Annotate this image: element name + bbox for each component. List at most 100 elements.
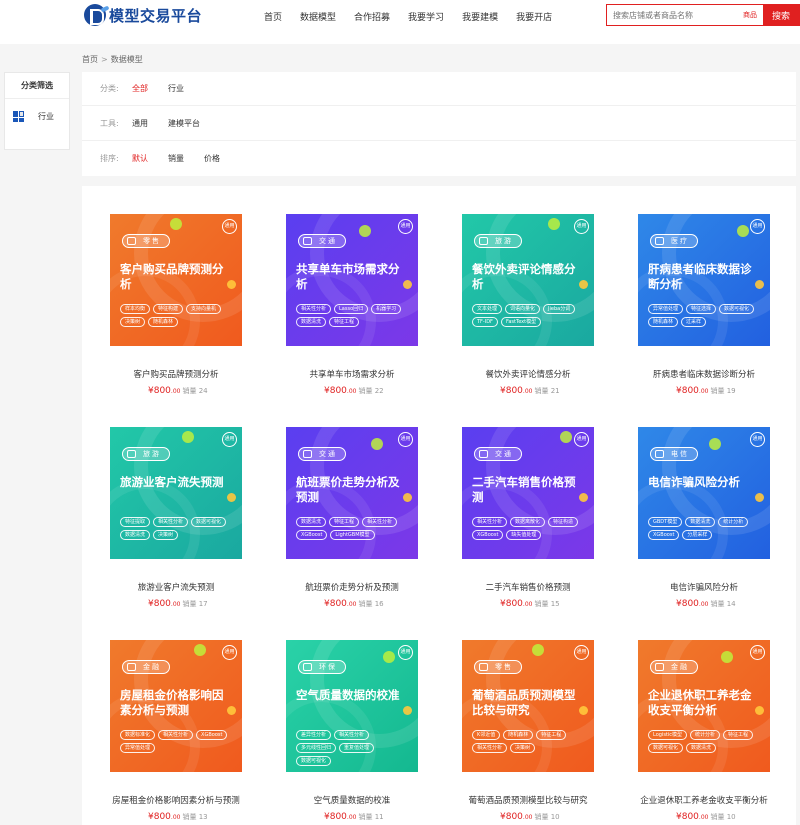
nav-open-shop[interactable]: 我要开店 (516, 10, 552, 23)
product-category-tag: 电信 (650, 447, 698, 461)
product-thumb-title: 餐饮外卖评论情感分析 (472, 262, 576, 291)
nav-modeling[interactable]: 我要建模 (462, 10, 498, 23)
product-name[interactable]: 空气质量数据的校准 (258, 794, 446, 806)
product-category: 交通 (319, 237, 337, 245)
product-card[interactable]: 通用 旅游 餐饮外卖评论情感分析 文本处理 词语向量化 Jieba分词 TF-IDF Fast… (434, 186, 594, 396)
product-badge: 通用 (222, 219, 237, 234)
product-card[interactable]: 通用 交通 航班票价走势分析及预测 数据清洗 特征工程 相关性分析 XGBoost Light… (258, 399, 418, 609)
product-tag: 数据清洗 (685, 517, 716, 527)
product-name[interactable]: 葡萄酒品质预测模型比较与研究 (434, 794, 622, 806)
product-card[interactable]: 通用 交通 二手汽车销售价格预测 相关性分析 数据离散化 特征构造 XGBoost 缺失值处理… (434, 399, 594, 609)
product-name[interactable]: 电信诈骗风险分析 (610, 581, 798, 593)
product-card[interactable]: 通用 金融 企业退休职工养老金收支平衡分析 Logistic模型 统计分析 特征工程 数据可… (610, 612, 770, 822)
product-tag: 机器学习 (371, 304, 402, 314)
search-button[interactable]: 搜索 (763, 5, 799, 25)
product-name[interactable]: 旅游业客户流失预测 (82, 581, 270, 593)
product-name[interactable]: 餐饮外卖评论情感分析 (434, 368, 622, 380)
nav-data-models[interactable]: 数据模型 (300, 10, 336, 23)
product-sales: 销量 21 (534, 387, 559, 395)
sales-count: 22 (374, 387, 384, 395)
product-name[interactable]: 房屋租金价格影响因素分析与预测 (82, 794, 270, 806)
nav-cooperation[interactable]: 合作招募 (354, 10, 390, 23)
product-thumbnail[interactable]: 通用 旅游 旅游业客户流失预测 特征提取 相关性分析 数据可视化 数据清洗 决策树 (110, 427, 242, 559)
product-thumb-title: 共享单车市场需求分析 (296, 262, 400, 291)
product-tag: 决策树 (510, 743, 536, 753)
product-card[interactable]: 通用 医疗 肝病患者临床数据诊断分析 异常值处理 特征选择 数据可视化 随机森林 过采样 肝病患… (610, 186, 770, 396)
sales-label: 销量 (710, 813, 725, 821)
product-thumbnail[interactable]: 通用 零售 客户购买品牌预测分析 样本均衡 特征构建 支持向量机 决策树 随机森林 (110, 214, 242, 346)
logo-text: 模型交易平台 (109, 6, 203, 25)
product-tag: 特征选择 (686, 304, 717, 314)
product-tag: 数据可视化 (191, 517, 227, 527)
product-thumbnail[interactable]: 通用 医疗 肝病患者临床数据诊断分析 异常值处理 特征选择 数据可视化 随机森林 过采样 (638, 214, 770, 346)
product-badge: 通用 (222, 432, 237, 447)
product-card[interactable]: 通用 交通 共享单车市场需求分析 相关性分析 Lasso回归 机器学习 数据清洗 特征工程 共享… (258, 186, 418, 396)
product-tags: 相关性分析 Lasso回归 机器学习 数据清洗 特征工程 (296, 304, 410, 327)
product-price-line: ¥800.00 销量 19 (676, 386, 736, 396)
product-thumbnail[interactable]: 通用 旅游 餐饮外卖评论情感分析 文本处理 词语向量化 Jieba分词 TF-IDF Fast… (462, 214, 594, 346)
breadcrumb-home[interactable]: 首页 (82, 55, 98, 64)
product-category-tag: 交通 (298, 234, 346, 248)
product-card[interactable]: 通用 环保 空气质量数据的校准 差异性分析 相关性分析 多元线性回归 重复值处理 数据可视化空… (258, 612, 418, 822)
product-thumbnail[interactable]: 通用 交通 共享单车市场需求分析 相关性分析 Lasso回归 机器学习 数据清洗 特征工程 (286, 214, 418, 346)
filter-option-general[interactable]: 通用 (132, 118, 148, 129)
filter-row-tools: 工具: 通用 建模平台 (82, 107, 796, 141)
product-price-line: ¥800.00 销量 24 (148, 386, 208, 396)
site-logo[interactable]: 模型交易平台 (84, 2, 202, 28)
product-name[interactable]: 客户购买品牌预测分析 (82, 368, 270, 380)
product-sales: 销量 19 (710, 387, 735, 395)
price-cents: .00 (346, 814, 357, 821)
product-thumbnail[interactable]: 通用 交通 航班票价走势分析及预测 数据清洗 特征工程 相关性分析 XGBoost Light… (286, 427, 418, 559)
product-tag: 数据离散化 (510, 517, 546, 527)
search-scope[interactable]: 商品 (743, 5, 763, 25)
product-thumbnail[interactable]: 通用 金融 房屋租金价格影响因素分析与预测 数据标准化 相关性分析 XGBoost 异常值处… (110, 640, 242, 772)
product-badge: 通用 (750, 432, 765, 447)
category-icon (303, 450, 312, 458)
product-thumbnail[interactable]: 通用 零售 葡萄酒品质预测模型比较与研究 K邻近值 随机森林 特征工程 相关性分析 决策树 (462, 640, 594, 772)
product-badge: 通用 (398, 219, 413, 234)
product-category-tag: 金融 (122, 660, 170, 674)
product-thumbnail[interactable]: 通用 金融 企业退休职工养老金收支平衡分析 Logistic模型 统计分析 特征工程 数据可… (638, 640, 770, 772)
product-name[interactable]: 共享单车市场需求分析 (258, 368, 446, 380)
sort-option-price[interactable]: 价格 (204, 153, 220, 164)
sidebar-item-industry[interactable]: 行业 (5, 101, 69, 131)
sales-label: 销量 (358, 813, 373, 821)
product-tag: 数据可视化 (296, 756, 332, 766)
product-card[interactable]: 通用 电信 电信诈骗风险分析 GBDT模型 数据清洗 统计分析 XGBoost 分层采样 电信诈… (610, 399, 770, 609)
product-thumbnail[interactable]: 通用 环保 空气质量数据的校准 差异性分析 相关性分析 多元线性回归 重复值处理 数据可视化 (286, 640, 418, 772)
product-badge: 通用 (574, 645, 589, 660)
nav-learn[interactable]: 我要学习 (408, 10, 444, 23)
product-name[interactable]: 航班票价走势分析及预测 (258, 581, 446, 593)
product-price: ¥800.00 (148, 812, 180, 822)
search-input[interactable] (607, 5, 743, 25)
sales-label: 销量 (358, 600, 373, 608)
product-card[interactable]: 通用 旅游 旅游业客户流失预测 特征提取 相关性分析 数据可视化 数据清洗 决策树 旅游业客户流… (82, 399, 242, 609)
sales-count: 21 (550, 387, 560, 395)
product-card[interactable]: 通用 零售 客户购买品牌预测分析 样本均衡 特征构建 支持向量机 决策树 随机森林 客户购买品牌… (82, 186, 242, 396)
product-tag: 数据清洗 (296, 317, 327, 327)
price-value: 800 (329, 386, 347, 396)
category-icon (479, 237, 488, 245)
product-category: 环保 (319, 663, 337, 671)
filter-option-modeling-platform[interactable]: 建模平台 (168, 118, 200, 129)
filter-option-all[interactable]: 全部 (132, 83, 148, 94)
product-name[interactable]: 二手汽车销售价格预测 (434, 581, 622, 593)
product-tag: XGBoost (196, 730, 228, 740)
decor-dot-icon (403, 706, 412, 715)
sales-label: 销量 (182, 387, 197, 395)
sort-option-default[interactable]: 默认 (132, 153, 148, 164)
product-category: 金融 (671, 663, 689, 671)
product-thumb-title: 电信诈骗风险分析 (648, 475, 740, 489)
sort-option-sales[interactable]: 销量 (168, 153, 184, 164)
product-name[interactable]: 企业退休职工养老金收支平衡分析 (610, 794, 798, 806)
product-thumbnail[interactable]: 通用 交通 二手汽车销售价格预测 相关性分析 数据离散化 特征构造 XGBoost 缺失值处理 (462, 427, 594, 559)
nav-home[interactable]: 首页 (264, 10, 282, 23)
product-thumbnail[interactable]: 通用 电信 电信诈骗风险分析 GBDT模型 数据清洗 统计分析 XGBoost 分层采样 (638, 427, 770, 559)
product-name[interactable]: 肝病患者临床数据诊断分析 (610, 368, 798, 380)
filter-option-industry[interactable]: 行业 (168, 83, 184, 94)
product-tag: 异常值处理 (648, 304, 684, 314)
product-category-tag: 环保 (298, 660, 346, 674)
product-card[interactable]: 通用 金融 房屋租金价格影响因素分析与预测 数据标准化 相关性分析 XGBoost 异常值处… (82, 612, 242, 822)
product-price: ¥800.00 (324, 386, 356, 396)
product-card[interactable]: 通用 零售 葡萄酒品质预测模型比较与研究 K邻近值 随机森林 特征工程 相关性分析 决策树 葡萄… (434, 612, 594, 822)
